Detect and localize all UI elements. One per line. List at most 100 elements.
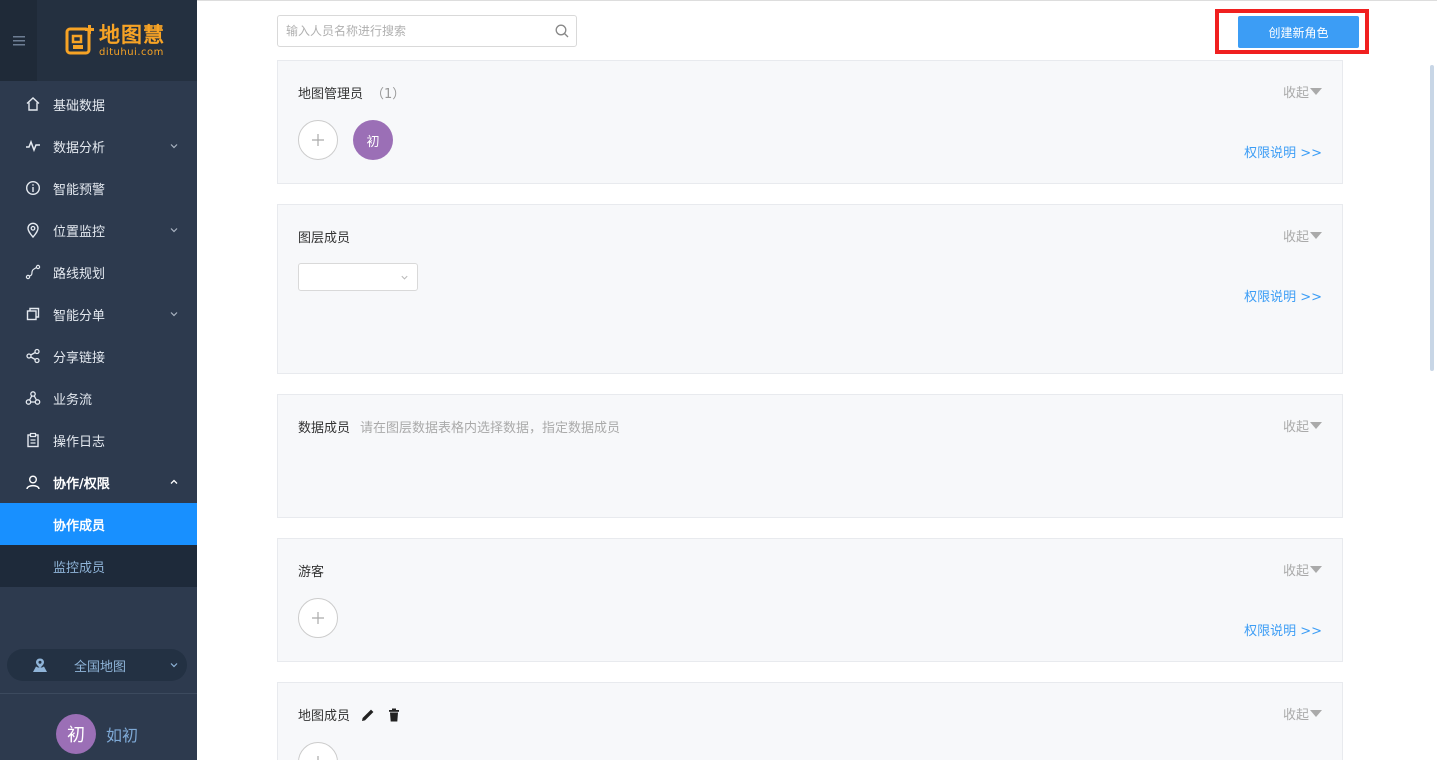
sidebar-item-label: 操作日志 (53, 434, 106, 450)
card-map-admin: 地图管理员 （1） 收起 初 权限说明 >> (277, 60, 1343, 184)
location-pin-icon (24, 221, 42, 239)
plus-icon (317, 756, 319, 760)
card-map-members: 地图成员 收起 (277, 682, 1343, 760)
card-title: 图层成员 (298, 227, 350, 246)
sidebar-item-label: 智能预警 (53, 182, 106, 198)
layer-select[interactable] (298, 263, 418, 291)
logo-name-en: dituhui.com (99, 46, 164, 58)
sidebar-subitem-collaboration-members[interactable]: 协作成员 (0, 503, 197, 545)
collapse-toggle[interactable]: 收起 (1283, 560, 1322, 579)
map-icon (33, 658, 47, 672)
collapse-label: 收起 (1282, 708, 1309, 723)
sidebar-item-label: 路线规划 (53, 266, 106, 282)
user-name: 如初 (106, 726, 139, 745)
card-guests: 游客 收起 权限说明 >> (277, 538, 1343, 662)
triangle-down-icon (1310, 566, 1322, 573)
collapse-toggle[interactable]: 收起 (1283, 416, 1322, 435)
sidebar-item-smart-dispatch[interactable]: 智能分单 (0, 293, 197, 335)
sidebar-divider (0, 693, 197, 694)
collapse-label: 收起 (1282, 230, 1309, 245)
sidebar-item-workflow[interactable]: 业务流 (0, 377, 197, 419)
user-icon (24, 473, 42, 491)
card-title-text: 地图成员 (298, 709, 351, 724)
delete-icon[interactable] (386, 707, 402, 723)
info-icon (24, 179, 42, 197)
sidebar-item-route-planning[interactable]: 路线规划 (0, 251, 197, 293)
sidebar-item-basic-data[interactable]: 基础数据 (0, 83, 197, 125)
logo-name-cn: 地图慧 (99, 22, 165, 47)
sidebar-item-data-analysis[interactable]: 数据分析 (0, 125, 197, 167)
triangle-down-icon (1310, 232, 1322, 239)
sidebar-item-collaboration-permissions[interactable]: 协作/权限 (0, 461, 197, 503)
sidebar-item-label: 分享链接 (53, 350, 106, 366)
plus-icon (312, 134, 324, 146)
route-icon (24, 263, 42, 281)
logo[interactable]: 地图慧 dituhui.com (37, 0, 165, 81)
sidebar-item-location-monitor[interactable]: 位置监控 (0, 209, 197, 251)
logo-text: 地图慧 dituhui.com (99, 23, 165, 59)
sidebar: 地图慧 dituhui.com 基础数据 数据分析 智能预警 位置监控 路线规划 (0, 0, 197, 760)
collapse-label: 收起 (1282, 564, 1309, 579)
chevron-up-icon (170, 479, 178, 484)
permission-description-link[interactable]: 权限说明 >> (1244, 142, 1322, 161)
card-title: 地图管理员 （1） (298, 83, 405, 102)
sidebar-item-operation-log[interactable]: 操作日志 (0, 419, 197, 461)
chevron-down-icon (170, 228, 178, 233)
sidebar-item-label: 业务流 (53, 392, 93, 408)
card-title-text: 游客 (298, 565, 325, 580)
card-title: 游客 (298, 561, 324, 580)
main-content: 创建新角色 地图管理员 （1） 收起 初 权限说明 >> 图层成员 收起 权限说… (197, 0, 1437, 760)
chevron-down-icon (170, 144, 178, 149)
search-icon[interactable] (554, 23, 570, 39)
copy-icon (24, 305, 42, 323)
collapse-label: 收起 (1282, 86, 1309, 101)
sidebar-item-share-link[interactable]: 分享链接 (0, 335, 197, 377)
card-title: 地图成员 (298, 705, 402, 724)
collapse-toggle[interactable]: 收起 (1283, 704, 1322, 723)
map-selector-label: 全国地图 (74, 659, 127, 675)
sidebar-item-label: 基础数据 (53, 98, 106, 114)
sidebar-item-smart-alert[interactable]: 智能预警 (0, 167, 197, 209)
add-member-button[interactable] (298, 742, 338, 760)
card-data-members: 数据成员 请在图层数据表格内选择数据，指定数据成员 收起 (277, 394, 1343, 518)
triangle-down-icon (1310, 422, 1322, 429)
logo-mark-icon (65, 24, 95, 57)
sidebar-header: 地图慧 dituhui.com (0, 0, 197, 81)
chevron-down-icon (401, 275, 408, 280)
map-selector[interactable]: 全国地图 (7, 649, 187, 681)
edit-icon[interactable] (360, 707, 376, 723)
search-box (277, 15, 577, 47)
home-icon (24, 95, 42, 113)
member-count: （1） (371, 87, 406, 102)
sidebar-item-label: 位置监控 (53, 224, 106, 240)
scrollbar-thumb[interactable] (1430, 65, 1434, 371)
create-role-button[interactable]: 创建新角色 (1238, 16, 1359, 48)
triangle-down-icon (1310, 88, 1322, 95)
sidebar-item-label: 数据分析 (53, 140, 106, 156)
sidebar-item-label: 协作/权限 (53, 476, 110, 492)
collapse-label: 收起 (1282, 420, 1309, 435)
card-title-text: 图层成员 (298, 231, 351, 246)
clipboard-icon (24, 431, 42, 449)
card-layer-members: 图层成员 收起 权限说明 >> (277, 204, 1343, 374)
permission-description-link[interactable]: 权限说明 >> (1244, 620, 1322, 639)
menu-toggle-button[interactable] (0, 0, 37, 81)
card-hint: 请在图层数据表格内选择数据，指定数据成员 (360, 421, 621, 436)
hamburger-icon (12, 35, 25, 45)
share-icon (24, 347, 42, 365)
plus-icon (312, 612, 324, 624)
search-input[interactable] (286, 16, 546, 46)
flow-icon (24, 389, 42, 407)
sidebar-subitem-monitor-members[interactable]: 监控成员 (0, 545, 197, 587)
create-button-highlight: 创建新角色 (1215, 9, 1369, 54)
avatar: 初 (56, 714, 96, 754)
sidebar-item-label: 智能分单 (53, 308, 106, 324)
permission-description-link[interactable]: 权限说明 >> (1244, 286, 1322, 305)
user-profile[interactable]: 初 如初 (56, 714, 138, 754)
member-avatar[interactable]: 初 (353, 120, 393, 160)
add-member-button[interactable] (298, 598, 338, 638)
collapse-toggle[interactable]: 收起 (1283, 226, 1322, 245)
collapse-toggle[interactable]: 收起 (1283, 82, 1322, 101)
card-title-text: 地图管理员 (298, 87, 364, 102)
add-member-button[interactable] (298, 120, 338, 160)
